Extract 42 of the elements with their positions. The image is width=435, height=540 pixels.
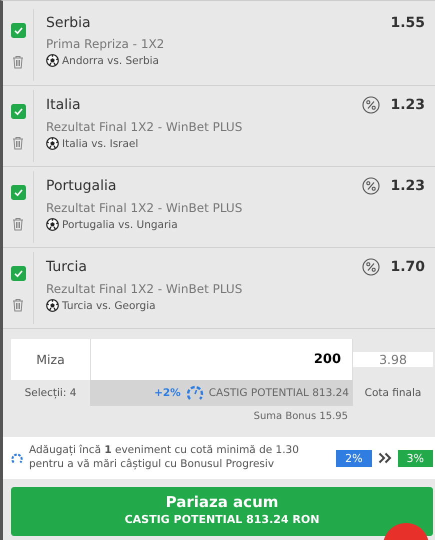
- potential-win: CASTIG POTENTIAL 813.24: [208, 387, 349, 399]
- market-name: Rezultat Final 1X2 - WinBet PLUS: [46, 282, 244, 296]
- match-name: Italia vs. Israel: [62, 138, 138, 150]
- total-odds: 3.98: [353, 352, 433, 367]
- team-name: Serbia: [46, 15, 92, 31]
- market-name: Rezultat Final 1X2 - WinBet PLUS: [46, 201, 244, 215]
- trash-icon[interactable]: [12, 55, 24, 69]
- stake-label: Miza: [11, 339, 91, 380]
- trash-icon[interactable]: [12, 136, 24, 150]
- match-name: Andorra vs. Serbia: [62, 54, 159, 66]
- boost-percent: +2%: [154, 387, 181, 399]
- market-name: Rezultat Final 1X2 - WinBet PLUS: [46, 120, 244, 134]
- next-bonus-badge: 3%: [398, 450, 433, 466]
- bonus-amount: Suma Bonus 15.95: [254, 411, 348, 422]
- checkbox[interactable]: [10, 266, 26, 281]
- odds: 1.70: [390, 259, 425, 275]
- odds: 1.23: [390, 97, 425, 113]
- stake-input[interactable]: 200: [91, 339, 353, 380]
- checkbox[interactable]: [10, 23, 26, 38]
- soccer-ball-icon: [46, 218, 59, 231]
- bonus-message: Adăugați încă 1 eveniment cu cotă minimă de 1.30 pentru a vă mări câștigul cu Bonusul Progresiv: [29, 444, 300, 472]
- soccer-ball-icon: [46, 54, 59, 67]
- team-name: Italia: [46, 97, 82, 113]
- checkbox[interactable]: [10, 104, 26, 119]
- selections-count: Selecții: 4: [24, 387, 78, 399]
- odds: 1.23: [390, 178, 425, 194]
- market-name: Prima Repriza - 1X2: [46, 37, 166, 51]
- trash-icon[interactable]: [12, 217, 24, 231]
- total-odds-label: Cota finala: [364, 387, 422, 399]
- team-name: Portugalia: [46, 178, 118, 194]
- checkbox[interactable]: [10, 185, 26, 200]
- odds: 1.55: [390, 15, 425, 31]
- gauge-icon: [186, 385, 204, 401]
- current-bonus-badge: 2%: [336, 450, 372, 466]
- double-chevron-icon: [378, 452, 392, 464]
- soccer-ball-icon: [46, 137, 59, 150]
- match-name: Turcia vs. Georgia: [62, 300, 156, 312]
- trash-icon[interactable]: [12, 298, 24, 312]
- match-name: Portugalia vs. Ungaria: [62, 218, 178, 230]
- soccer-ball-icon: [46, 299, 59, 312]
- gauge-icon: [11, 452, 23, 464]
- team-name: Turcia: [46, 259, 88, 275]
